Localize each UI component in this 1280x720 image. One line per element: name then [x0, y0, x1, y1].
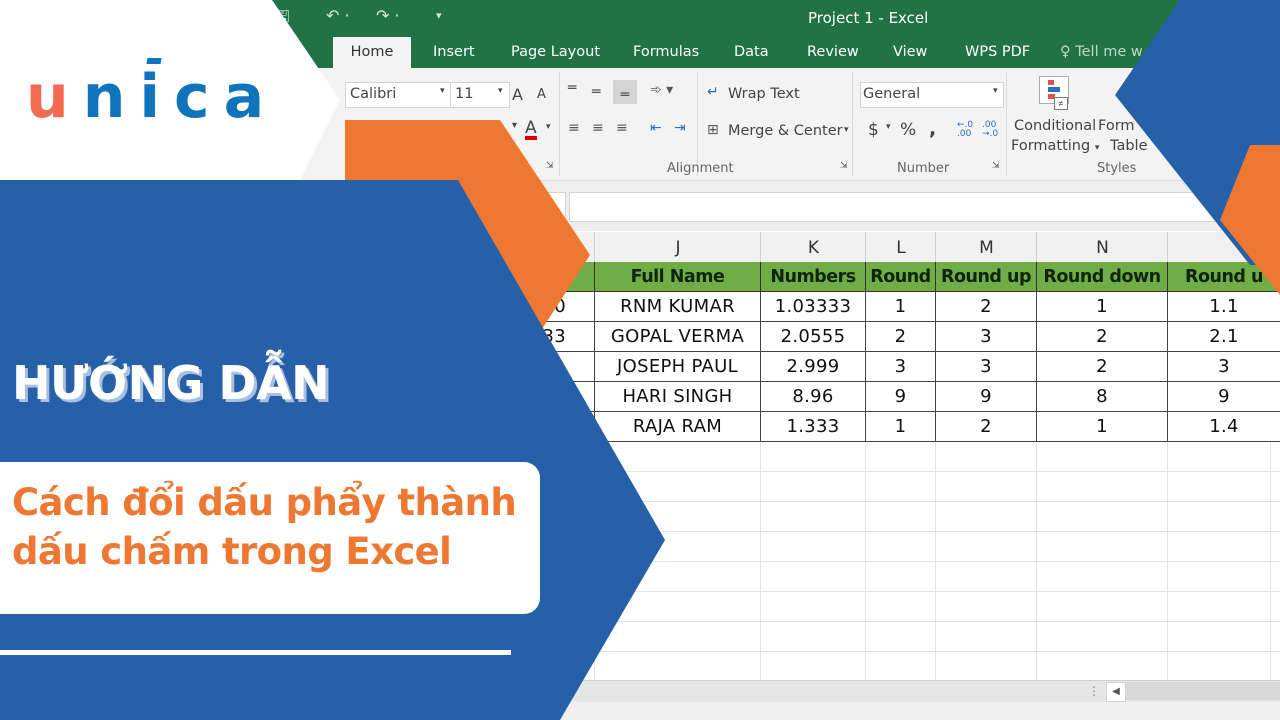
- decorative-underline: [0, 650, 511, 655]
- banner-subtitle: Cách đổi dấu phẩy thành dấu chấm trong E…: [12, 478, 542, 576]
- unica-logo[interactable]: unica: [26, 62, 278, 132]
- subtitle-line-2: dấu chấm trong Excel: [12, 530, 452, 573]
- graduation-cap-icon: [146, 58, 162, 64]
- banner-heading: HƯỚNG DẪN: [12, 356, 330, 410]
- subtitle-line-1: Cách đổi dấu phẩy thành: [12, 481, 517, 524]
